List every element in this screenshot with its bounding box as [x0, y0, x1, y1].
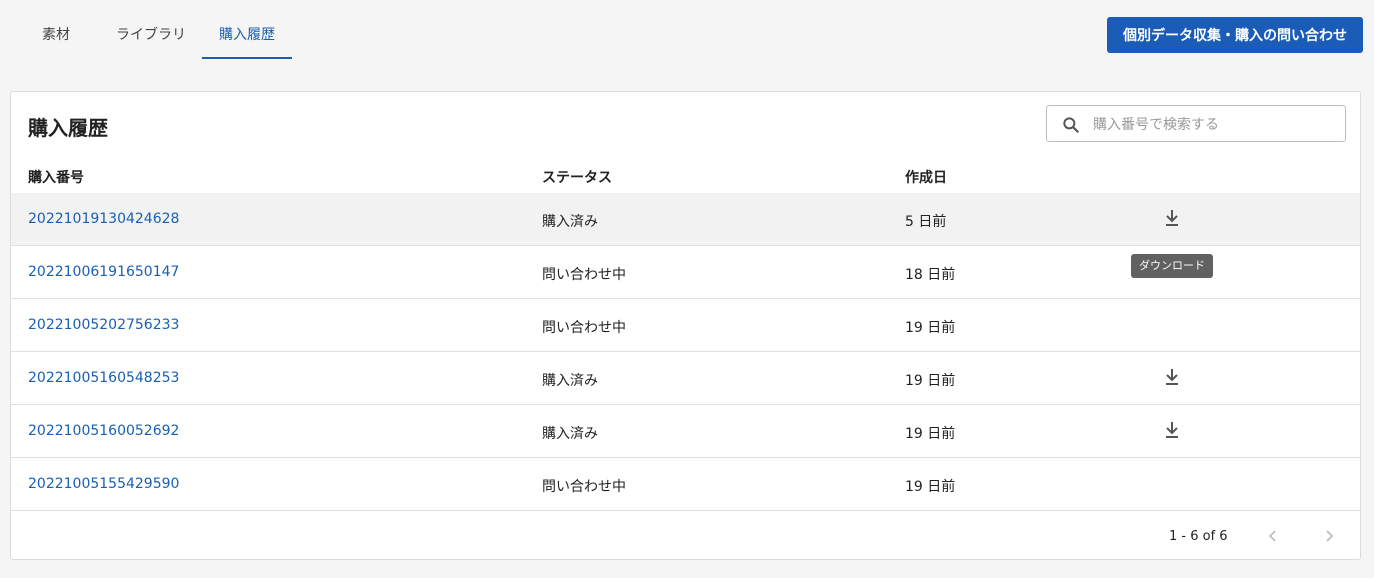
created-date-cell: 19 日前: [905, 373, 956, 389]
status-cell: 購入済み: [542, 373, 598, 389]
status-cell: 問い合わせ中: [542, 267, 626, 283]
status-cell: 問い合わせ中: [542, 479, 626, 495]
status-cell: 購入済み: [542, 426, 598, 442]
created-date-cell: 19 日前: [905, 479, 956, 495]
status-cell: 問い合わせ中: [542, 320, 626, 336]
pagination-range: 1 - 6 of 6: [1169, 529, 1228, 544]
table-header: 購入番号 ステータス 作成日: [11, 159, 1360, 194]
table-row[interactable]: 20221005202756233 問い合わせ中 19 日前: [11, 299, 1360, 352]
download-icon[interactable]: [1162, 419, 1182, 441]
contact-inquiry-button[interactable]: 個別データ収集・購入の問い合わせ: [1107, 17, 1363, 53]
column-header-order-no[interactable]: 購入番号: [28, 167, 84, 187]
tab-library[interactable]: ライブラリ: [106, 16, 196, 58]
tab-purchase-history[interactable]: 購入履歴: [202, 16, 292, 58]
top-navigation: 素材 ライブラリ 購入履歴 個別データ収集・購入の問い合わせ: [0, 0, 1374, 62]
order-number-link[interactable]: 20221019130424628: [28, 211, 179, 227]
column-header-created[interactable]: 作成日: [905, 167, 947, 187]
purchase-history-card: 購入履歴 購入番号 ステータス 作成日 20221019130424628 購入済…: [10, 91, 1361, 560]
order-number-link[interactable]: 20221005160548253: [28, 370, 179, 386]
table-row[interactable]: 20221005160052692 購入済み 19 日前: [11, 405, 1360, 458]
chevron-left-icon[interactable]: [1261, 524, 1285, 548]
table-row[interactable]: 20221019130424628 購入済み 5 日前: [11, 193, 1360, 246]
download-icon[interactable]: [1162, 366, 1182, 388]
table-row[interactable]: 20221005160548253 購入済み 19 日前: [11, 352, 1360, 405]
search-input[interactable]: [1091, 112, 1335, 138]
created-date-cell: 5 日前: [905, 214, 947, 230]
created-date-cell: 19 日前: [905, 426, 956, 442]
card-title: 購入履歴: [28, 116, 108, 140]
download-tooltip: ダウンロード: [1131, 254, 1213, 278]
tab-materials[interactable]: 素材: [28, 16, 84, 58]
order-number-link[interactable]: 20221005155429590: [28, 476, 179, 492]
table-row[interactable]: 20221005155429590 問い合わせ中 19 日前: [11, 458, 1360, 511]
download-icon[interactable]: [1162, 207, 1182, 229]
order-number-link[interactable]: 20221005160052692: [28, 423, 179, 439]
search-icon: [1063, 117, 1079, 133]
status-cell: 購入済み: [542, 214, 598, 230]
search-box[interactable]: [1046, 105, 1346, 142]
active-tab-indicator: [202, 57, 292, 59]
column-header-status[interactable]: ステータス: [542, 167, 612, 187]
created-date-cell: 18 日前: [905, 267, 956, 283]
order-number-link[interactable]: 20221005202756233: [28, 317, 179, 333]
chevron-right-icon[interactable]: [1317, 524, 1341, 548]
order-number-link[interactable]: 20221006191650147: [28, 264, 179, 280]
created-date-cell: 19 日前: [905, 320, 956, 336]
